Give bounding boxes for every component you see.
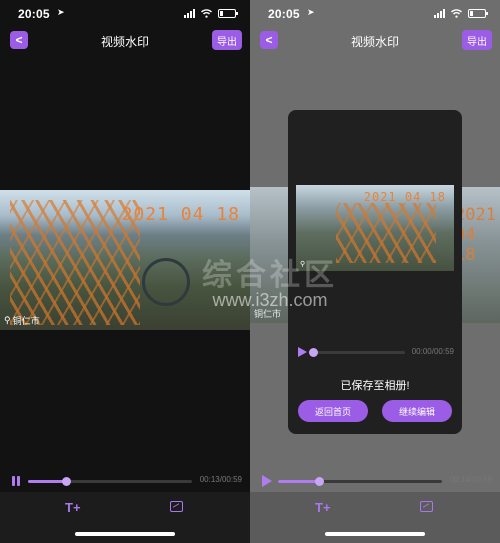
home-indicator bbox=[325, 532, 425, 536]
play-icon[interactable] bbox=[262, 475, 272, 487]
location-arrow-icon: ➤ bbox=[57, 7, 65, 17]
pause-icon[interactable] bbox=[12, 476, 20, 486]
wifi-icon bbox=[201, 9, 212, 18]
home-indicator bbox=[75, 532, 175, 536]
video-preview-edge: 2021 04 18 bbox=[455, 187, 500, 323]
dialog-player-controls: 00:00/00:59 bbox=[298, 346, 454, 360]
location-arrow-icon: ➤ bbox=[307, 7, 315, 17]
return-home-button[interactable]: 返回首页 bbox=[298, 400, 368, 422]
watermark-location-label: 铜仁市 bbox=[12, 316, 40, 326]
site-watermark: 综合社区 www.i3zh.com bbox=[140, 250, 400, 311]
video-scene bbox=[10, 200, 140, 325]
export-button[interactable]: 导出 bbox=[212, 30, 242, 50]
export-button[interactable]: 导出 bbox=[462, 30, 492, 50]
watermark-location[interactable]: ⚲ 铜仁市 bbox=[4, 314, 40, 327]
time-label: 00:14/00:59 bbox=[449, 475, 492, 484]
navbar: < 视频水印 导出 bbox=[250, 28, 500, 56]
text-add-icon[interactable]: T+ bbox=[315, 500, 331, 515]
signal-icon bbox=[434, 9, 445, 18]
bottom-toolbar: T+ bbox=[0, 492, 250, 543]
play-icon[interactable] bbox=[298, 347, 307, 357]
battery-icon bbox=[218, 9, 238, 18]
time-label: 00:00/00:59 bbox=[411, 347, 454, 356]
image-icon[interactable] bbox=[420, 501, 433, 512]
status-time: 20:05 bbox=[18, 7, 50, 21]
continue-edit-button[interactable]: 继续编辑 bbox=[382, 400, 452, 422]
progress-track[interactable] bbox=[278, 477, 442, 486]
player-controls: 00:14/00:59 bbox=[250, 470, 500, 492]
status-icons bbox=[184, 9, 238, 18]
signal-icon bbox=[184, 9, 195, 18]
progress-thumb[interactable] bbox=[315, 477, 324, 486]
watermark-date: 2021 04 18 bbox=[363, 190, 446, 204]
battery-icon bbox=[468, 9, 488, 18]
progress-track[interactable] bbox=[28, 477, 192, 486]
status-time: 20:05 bbox=[268, 7, 300, 21]
player-controls: 00:13/00:59 bbox=[0, 470, 250, 492]
wifi-icon bbox=[451, 9, 462, 18]
location-pin-icon: ⚲ bbox=[4, 315, 11, 325]
progress-thumb[interactable] bbox=[309, 348, 318, 357]
image-icon[interactable] bbox=[170, 501, 183, 512]
status-icons bbox=[434, 9, 488, 18]
dialog-progress-track[interactable] bbox=[309, 348, 405, 357]
status-bar: 20:05 ➤ bbox=[0, 0, 250, 28]
progress-thumb[interactable] bbox=[61, 477, 71, 486]
status-bar: 20:05 ➤ bbox=[250, 0, 500, 28]
site-watermark-mark: 综合社区 bbox=[202, 259, 338, 292]
progress-fill bbox=[278, 480, 319, 483]
bottom-toolbar: T+ bbox=[250, 492, 500, 543]
site-watermark-url: www.i3zh.com bbox=[212, 290, 328, 310]
navbar: < 视频水印 导出 bbox=[0, 28, 250, 56]
time-label: 00:13/00:59 bbox=[199, 475, 242, 484]
saved-message: 已保存至相册! bbox=[340, 380, 410, 392]
watermark-date[interactable]: 2021 04 18 bbox=[122, 204, 240, 225]
progress-fill bbox=[28, 480, 66, 483]
text-add-icon[interactable]: T+ bbox=[65, 500, 81, 515]
